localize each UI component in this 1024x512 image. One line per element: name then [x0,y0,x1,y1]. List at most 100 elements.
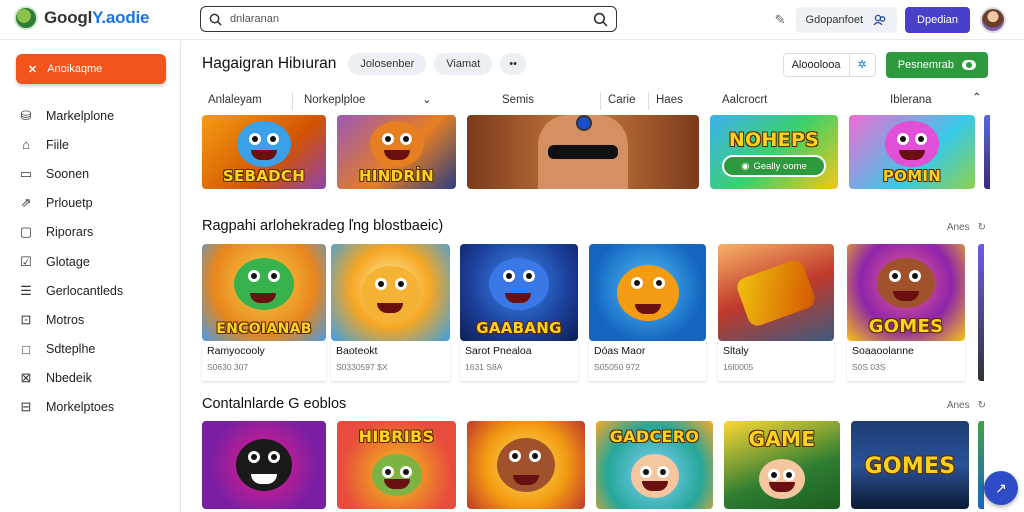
banner-tile[interactable]: POMIN [849,115,975,189]
home-icon: ⌂ [22,137,30,153]
game-thumbnail [331,244,450,341]
app-logo[interactable]: GooglY.aodie [14,6,149,30]
filter-semis[interactable]: Semis [502,94,534,106]
game-tile[interactable]: GAME [724,421,840,509]
game-card[interactable]: Baoteokt S0330597 $X [331,244,450,381]
tile-title: GOMES [864,454,956,479]
green-action-button[interactable]: Pesnemrab [885,52,988,78]
bag-icon: ⊟ [20,399,32,415]
game-tile[interactable] [467,421,585,509]
filter-haes[interactable]: Haes [656,94,683,106]
avatar[interactable] [980,7,1006,33]
banner-tile[interactable]: SEBADCH [202,115,326,189]
filter-category[interactable]: Anlaleyam [208,94,262,106]
green-action-label: Pesnemrab [897,59,954,71]
banner-tile[interactable] [467,115,699,189]
card-subtext: S05050 972 [594,362,640,372]
game-card[interactable]: ENCOIANAB Ramyocooly S0630 307 [202,244,326,381]
search-input[interactable] [230,13,593,25]
refresh-icon[interactable]: ✲ [848,54,875,76]
check-icon: ☑ [20,253,32,269]
sidebar-item-nbedeik[interactable]: ⊠ Nbedeik [18,364,123,393]
banner-play-button[interactable]: ◉ Geally oome [722,155,826,177]
character-art [759,459,805,499]
chip-filter-1[interactable]: Jolosenber [348,53,427,75]
chevron-down-icon[interactable]: ⌄ [422,92,432,106]
card-meta: Soaaoolanne S0S 03S [847,341,965,381]
search-submit-icon[interactable] [593,12,608,27]
character-art [234,257,294,310]
sidebar-cta-label: Anoikaqme [47,63,103,75]
card-art-title: GOMES [868,316,944,337]
lock-icon: ⊡ [20,311,32,327]
arrow-up-right-icon: ↗ [995,479,1007,496]
search-bar[interactable] [200,6,617,32]
card-name: Dóas Maor [594,345,646,357]
chevron-up-icon[interactable]: ⌃ [972,90,982,104]
sidebar-item-label: Sdteplhe [46,342,96,357]
sidebar-item-reports[interactable]: ▢ Riporars [18,218,123,247]
sidebar-item-label: Soonen [46,166,90,181]
game-tile[interactable] [202,421,326,509]
filter-carie[interactable]: Carie [608,94,635,106]
filter-marketplace[interactable]: Norkeplploe [304,94,365,106]
character-art [489,257,549,310]
character-art [360,265,421,320]
card-meta: Dóas Maor S05050 972 [589,341,706,381]
card-art-title: ENCOIANAB [216,321,312,337]
character-art [616,264,679,321]
card-meta: Baoteokt S0330597 $X [331,341,450,381]
folder-icon: ▢ [19,224,33,240]
sidebar-item-marketplaces[interactable]: ⊟ Morkelptoes [18,393,123,422]
sidebar-item-motors[interactable]: ⊡ Motros [18,305,123,334]
sidebar-item-label: Nbedeik [46,371,92,386]
chip-filter-2[interactable]: Viamat [434,53,493,75]
game-card[interactable]: Sltaly 16l0005 [718,244,836,381]
chip-more[interactable]: •• [500,53,526,75]
main-content: Hagaigran Hibıuran Jolosenber Viamat •• … [182,41,1024,512]
sidebar-item-label: Morkelptoes [46,400,115,415]
sidebar-item-sdteplhe[interactable]: □ Sdteplhe [18,335,123,364]
filter-bar: Anlaleyam Norkeplploe ⌄ Semis Carie Haes… [200,89,990,115]
game-card[interactable]: GAABANG Sarot Pnealoa 1631 S8A [460,244,578,381]
banner-tile[interactable]: HINDRİN [337,115,456,189]
sidebar-item-marketplace[interactable]: ⛁ Markelplone [18,101,123,130]
filter-iblerana[interactable]: Iblerana [890,94,932,106]
game-tile[interactable]: GOMES [851,421,969,509]
game-tile[interactable]: HIBRIBS [337,421,456,509]
section-more-link[interactable]: Anes ↻ [947,222,986,233]
floating-action-button[interactable]: ↗ [984,471,1018,505]
character-art [236,439,292,491]
game-card[interactable]: GOMES Soaaoolanne S0S 03S [847,244,965,381]
view-segment[interactable]: Alooolooa ✲ [782,53,876,77]
view-segment-label: Alooolooa [791,59,841,71]
character-art [885,121,939,167]
game-thumbnail [718,244,834,341]
sidebar: ✕ Anoikaqme ⛁ Markelplone ⌂ Fiile ▭ Soonen … [0,41,181,512]
banner-tile[interactable]: NOHEPS ◉ Geally oome [710,115,838,189]
sidebar-item-storage[interactable]: ☑ Glotage [18,247,123,276]
row-overflow-edge [978,421,984,509]
sidebar-item-label: Motros [46,312,85,327]
game-card[interactable]: Dóas Maor S05050 972 [589,244,707,381]
filter-aalcrocrt[interactable]: Aalcrocrt [722,94,767,106]
arrow-icon: ↻ [977,222,986,233]
game-tile[interactable]: GADCERO [596,421,713,509]
card-subtext: S0S 03S [852,362,886,372]
account-selector[interactable]: Gdopanfoet [795,7,898,33]
export-icon: ⇗ [20,195,32,211]
primary-header-button[interactable]: Dpedian [905,7,970,33]
sidebar-item-screen[interactable]: ▭ Soonen [18,159,123,188]
card-meta: Sltaly 16l0005 [718,341,834,381]
top-right-actions: ✎ Gdopanfoet Dpedian [775,5,1024,35]
play-icon: ◉ [741,160,750,172]
pin-icon[interactable]: ✎ [775,12,786,28]
top-bar: GooglY.aodie ✎ Gdopanfoet Dpedian [0,0,1024,40]
sidebar-cta-button[interactable]: ✕ Anoikaqme [16,54,166,84]
character-art [237,121,291,167]
section-more-link[interactable]: Anes ↻ [947,400,986,411]
card-subtext: 16l0005 [723,362,754,372]
sidebar-item-export[interactable]: ⇗ Prlouetp [18,189,123,218]
sidebar-item-controllers[interactable]: ☰ Gerlocantleds [18,276,123,305]
sidebar-item-file[interactable]: ⌂ Fiile [18,130,123,159]
